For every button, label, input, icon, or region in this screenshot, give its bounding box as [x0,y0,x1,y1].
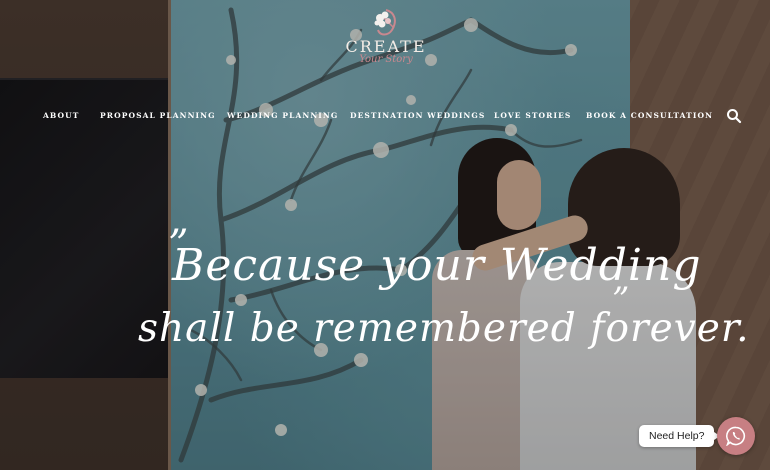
need-help-bubble[interactable]: Need Help? [639,425,721,447]
whatsapp-button[interactable] [717,417,755,455]
quote-line-2: shall be remembered forever. [138,306,750,351]
nav-item-love-stories[interactable]: LOVE STORIES [494,108,571,124]
whatsapp-icon [726,426,746,446]
blossom-logo-icon [374,9,396,36]
search-button[interactable] [726,108,742,124]
hero-quote: ” Because your Wedding ” shall be rememb… [120,220,749,370]
search-icon [727,109,742,124]
nav-item-about[interactable]: ABOUT [43,108,79,124]
nav-item-wedding-planning[interactable]: WEDDING PLANNING [227,108,338,124]
nav-item-proposal-planning[interactable]: PROPOSAL PLANNING [100,108,216,124]
site-logo[interactable]: CREATE Your Story [336,6,436,88]
nav-item-destination-weddings[interactable]: DESTINATION WEDDINGS [350,108,485,124]
main-nav: ABOUT PROPOSAL PLANNING WEDDING PLANNING… [0,108,770,124]
nav-item-book-consultation[interactable]: BOOK A CONSULTATION [586,108,713,124]
